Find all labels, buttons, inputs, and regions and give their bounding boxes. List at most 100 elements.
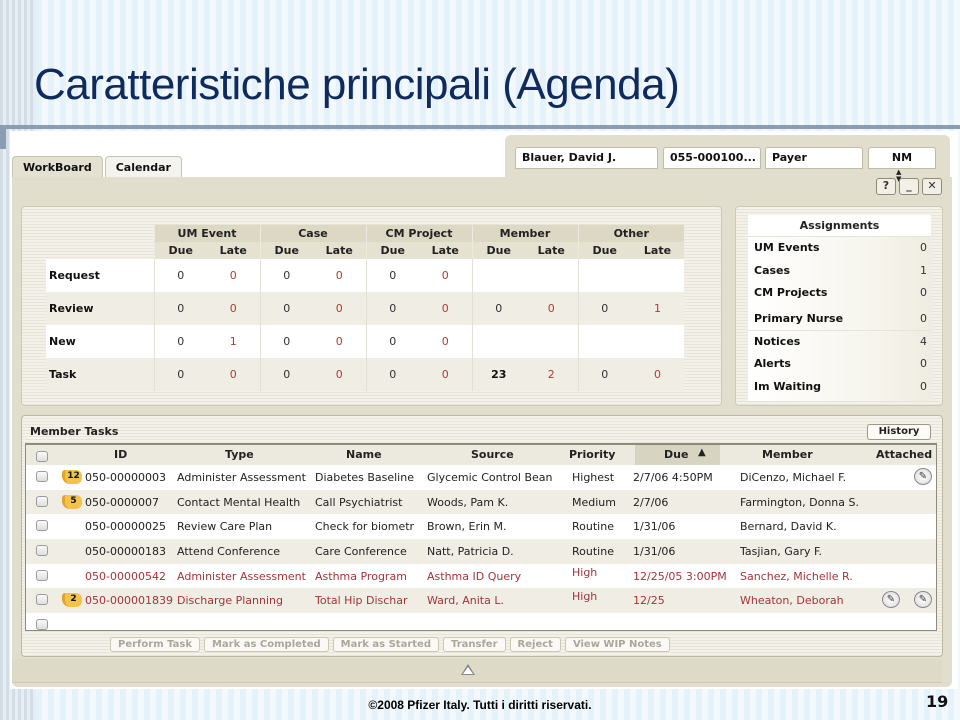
late-count[interactable]: 0: [419, 292, 472, 325]
due-count[interactable]: 0: [577, 358, 631, 391]
late-subheader: Late: [525, 242, 578, 259]
late-count[interactable]: 1: [631, 292, 684, 325]
sort-ascending-icon[interactable]: ▲: [698, 447, 706, 458]
late-count[interactable]: 1: [207, 325, 260, 358]
tab-workboard[interactable]: WorkBoard: [12, 156, 103, 178]
due-count[interactable]: 0: [259, 358, 313, 391]
action-view-wip-notes-button[interactable]: View WIP Notes: [564, 637, 670, 652]
tab-calendar[interactable]: Calendar: [104, 156, 182, 178]
column-header-member[interactable]: Member: [762, 448, 813, 461]
column-header-type[interactable]: Type: [225, 448, 254, 461]
assignment-item-cases[interactable]: Cases 1: [748, 260, 931, 283]
late-count[interactable]: 0: [313, 292, 366, 325]
assignment-item-im-waiting[interactable]: Im Waiting 0: [748, 376, 931, 399]
column-header-source[interactable]: Source: [471, 448, 514, 461]
row-checkbox[interactable]: [36, 471, 48, 482]
task-row[interactable]: 12 050-00000003 Administer Assessment Diabe…: [26, 465, 936, 490]
column-header-attached[interactable]: Attached: [876, 448, 932, 461]
close-button[interactable]: ✕: [922, 178, 942, 195]
late-count[interactable]: 0: [207, 358, 260, 391]
due-count[interactable]: 0: [471, 292, 525, 325]
attachment-edit-icon[interactable]: ✎: [914, 468, 932, 485]
task-action-buttons: Perform Task Mark as Completed Mark as Sta…: [110, 637, 674, 653]
row-checkbox[interactable]: [36, 545, 48, 557]
due-count[interactable]: 0: [153, 358, 207, 391]
task-row[interactable]: 050-00000542 Administer Assessment Asthma …: [26, 564, 936, 589]
assignment-item-alerts[interactable]: Alerts 0: [748, 353, 931, 376]
late-count[interactable]: 0: [631, 358, 684, 391]
due-count[interactable]: 0: [365, 259, 419, 292]
select-all-checkbox[interactable]: [36, 451, 48, 462]
action-transfer-button[interactable]: Transfer: [442, 637, 506, 652]
task-id[interactable]: 050-0000007: [85, 496, 159, 509]
folder-count-badge[interactable]: 5: [62, 494, 82, 509]
late-count[interactable]: 0: [313, 259, 366, 292]
row-checkbox[interactable]: [36, 520, 48, 532]
row-checkbox[interactable]: [36, 495, 48, 507]
assignment-item-um-events[interactable]: UM Events 0: [748, 237, 931, 260]
task-id[interactable]: 050-00000183: [85, 545, 166, 558]
due-count[interactable]: 0: [153, 259, 207, 292]
task-id[interactable]: 050-000001839: [85, 594, 173, 607]
late-count[interactable]: 0: [419, 358, 472, 391]
summary-row-label: Review: [46, 292, 154, 325]
late-count[interactable]: 0: [419, 325, 472, 358]
due-count[interactable]: 0: [259, 325, 313, 358]
due-count[interactable]: 0: [365, 292, 419, 325]
late-count[interactable]: 2: [525, 358, 578, 391]
assignment-count: 1: [920, 263, 927, 277]
task-due: 1/31/06: [633, 545, 676, 559]
task-id[interactable]: 050-00000003: [85, 471, 166, 484]
action-mark-as-completed-button[interactable]: Mark as Completed: [203, 637, 329, 652]
attachment-edit-icon[interactable]: ✎: [914, 591, 932, 609]
empty-task-row[interactable]: [26, 613, 936, 638]
minimize-button[interactable]: _: [899, 178, 919, 195]
nm-field[interactable]: NM: [868, 147, 936, 169]
task-id[interactable]: 050-00000025: [85, 520, 166, 533]
assignment-item-notices[interactable]: Notices 4: [748, 331, 931, 354]
attachment-edit-icon[interactable]: ✎: [882, 591, 900, 609]
due-count[interactable]: 0: [153, 325, 207, 358]
assignment-item-cm-projects[interactable]: CM Projects 0: [748, 282, 931, 305]
row-checkbox[interactable]: [36, 619, 48, 631]
due-count[interactable]: 0: [365, 325, 419, 358]
task-priority: Routine: [572, 520, 614, 534]
row-checkbox[interactable]: [36, 569, 48, 581]
task-type: Review Care Plan: [177, 520, 273, 534]
assignment-item-primary-nurse[interactable]: Primary Nurse 0: [748, 305, 931, 331]
due-count[interactable]: 0: [259, 292, 313, 325]
column-header-name[interactable]: Name: [346, 448, 382, 461]
member-name-field[interactable]: Blauer, David J.: [515, 147, 658, 169]
late-count[interactable]: 0: [313, 325, 366, 358]
action-perform-task-button[interactable]: Perform Task: [110, 637, 200, 652]
action-mark-as-started-button[interactable]: Mark as Started: [332, 637, 439, 652]
folder-count-badge[interactable]: 2: [62, 593, 82, 608]
task-priority: Highest: [572, 471, 615, 484]
task-row[interactable]: 050-00000183 Attend Conference Care Confer…: [26, 539, 936, 564]
column-header-due[interactable]: Due: [664, 448, 688, 461]
due-count[interactable]: 23: [471, 358, 525, 391]
late-count[interactable]: 0: [525, 292, 578, 325]
task-id[interactable]: 050-00000542: [85, 570, 166, 583]
action-reject-button[interactable]: Reject: [509, 637, 561, 652]
due-count[interactable]: 0: [365, 358, 419, 391]
history-button[interactable]: History: [867, 424, 931, 440]
column-header-id[interactable]: ID: [114, 448, 127, 461]
late-count[interactable]: 0: [419, 259, 472, 292]
help-button[interactable]: ?: [876, 178, 896, 195]
row-checkbox[interactable]: [36, 594, 48, 606]
task-row[interactable]: 050-00000025 Review Care Plan Check for bi…: [26, 514, 936, 539]
payer-field[interactable]: Payer: [765, 147, 863, 169]
due-count[interactable]: 0: [153, 292, 207, 325]
member-id-field[interactable]: 055-000100...: [663, 147, 761, 169]
due-count[interactable]: 0: [577, 292, 631, 325]
collapse-up-icon[interactable]: [461, 664, 475, 675]
late-count[interactable]: 0: [313, 358, 366, 391]
column-header-priority[interactable]: Priority: [569, 448, 615, 461]
late-count[interactable]: 0: [207, 259, 260, 292]
late-count[interactable]: 0: [207, 292, 260, 325]
folder-count-badge[interactable]: 12: [62, 470, 82, 484]
task-row[interactable]: 2 050-000001839 Discharge Planning Total Hi…: [26, 588, 936, 614]
due-count[interactable]: 0: [259, 259, 313, 292]
task-row[interactable]: 5 050-0000007 Contact Mental Health Call Ps…: [26, 489, 936, 515]
